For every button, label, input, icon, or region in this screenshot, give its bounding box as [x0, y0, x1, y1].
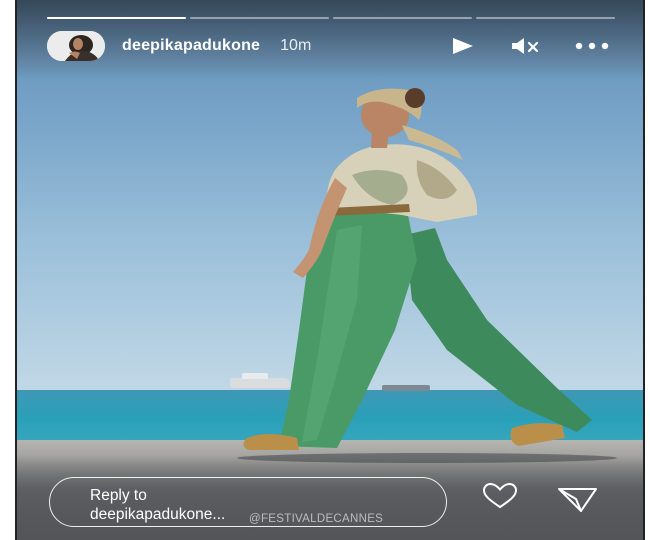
story-header: deepikapadukone 10m — [47, 28, 615, 64]
progress-segment — [190, 17, 329, 19]
play-icon[interactable] — [449, 36, 477, 56]
progress-fill — [47, 17, 186, 19]
mute-icon[interactable] — [509, 36, 541, 56]
avatar[interactable] — [47, 31, 105, 61]
story-viewer: deepikapadukone 10m Reply to deepikapadu… — [15, 0, 645, 540]
progress-segment — [333, 17, 472, 19]
heart-icon[interactable] — [477, 482, 523, 510]
story-progress-bar — [47, 17, 615, 20]
post-time: 10m — [280, 37, 312, 54]
more-horizontal-icon[interactable] — [575, 36, 609, 56]
reply-input[interactable]: Reply to deepikapadukone... — [49, 477, 447, 527]
progress-segment — [476, 17, 615, 19]
send-icon[interactable] — [554, 485, 600, 515]
progress-segment — [47, 17, 186, 19]
avatar-image — [47, 31, 105, 61]
reply-placeholder-line1: Reply to — [90, 487, 147, 504]
photo-credit-watermark: @FESTIVALDECANNES — [249, 513, 384, 525]
username[interactable]: deepikapadukone — [122, 37, 260, 55]
story-photo — [17, 0, 643, 540]
